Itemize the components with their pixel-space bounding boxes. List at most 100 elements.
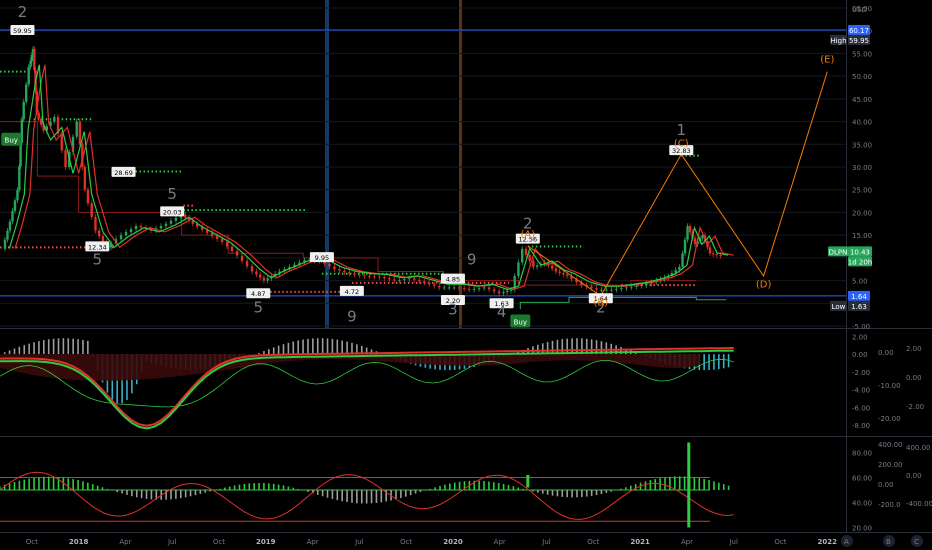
osc1-histogram-bar bbox=[82, 339, 84, 355]
candle-body bbox=[11, 210, 14, 222]
osc1-histogram-bar bbox=[33, 342, 35, 355]
candle-body bbox=[550, 265, 554, 269]
candle-body bbox=[19, 142, 22, 167]
osc2-histogram-bar bbox=[106, 488, 109, 490]
candle-body bbox=[235, 251, 239, 256]
osc2-histogram-bar bbox=[272, 483, 275, 490]
svg-text:A: A bbox=[844, 538, 849, 546]
last-time-badge-text: 1d 20h bbox=[848, 258, 872, 266]
osc2-histogram-bar bbox=[512, 486, 515, 490]
osc2-histogram-bar bbox=[233, 485, 236, 490]
price-tick-label: 5.00 bbox=[852, 278, 868, 286]
candle-body bbox=[467, 288, 471, 290]
osc2-histogram-bar bbox=[497, 483, 500, 490]
high-value-badge-text: 59.95 bbox=[849, 37, 869, 45]
candle-body bbox=[678, 266, 681, 270]
wave-count-label: 4 bbox=[497, 303, 507, 321]
candle-body bbox=[90, 203, 93, 217]
osc2-histogram-bar bbox=[590, 490, 593, 496]
elliott-wave-label: (E) bbox=[820, 55, 834, 66]
candle-body bbox=[78, 121, 82, 145]
candle-body bbox=[164, 223, 168, 227]
time-tick-label: 2021 bbox=[630, 538, 650, 546]
osc2-histogram-bar bbox=[341, 490, 343, 502]
candle-body bbox=[30, 54, 34, 61]
candle-body bbox=[174, 217, 178, 221]
candle-body bbox=[528, 254, 531, 261]
osc2-histogram-bar bbox=[365, 490, 368, 504]
osc2-histogram-bar bbox=[493, 482, 495, 490]
candle-body bbox=[711, 253, 715, 255]
candle-body bbox=[482, 287, 486, 289]
osc2-histogram-bar bbox=[458, 481, 461, 490]
price-label-text: 9.95 bbox=[315, 254, 329, 262]
osc1-histogram-bar bbox=[38, 341, 40, 355]
osc2-histogram-bar bbox=[316, 490, 319, 495]
osc1-histogram-bar bbox=[718, 354, 720, 370]
candle-body bbox=[554, 268, 558, 272]
low-tag-text: Low bbox=[832, 303, 846, 311]
osc2-histogram-bar bbox=[551, 490, 554, 496]
osc2-histogram-bar bbox=[439, 485, 441, 490]
osc2-histogram-bar bbox=[82, 481, 84, 490]
high-tag-text: High bbox=[830, 37, 846, 45]
candle-body bbox=[640, 285, 643, 287]
candle-body bbox=[368, 276, 371, 278]
corner-buttons[interactable]: A B C bbox=[841, 535, 923, 547]
osc2-histogram-bar bbox=[346, 490, 348, 503]
wave-count-label: 5 bbox=[254, 298, 264, 316]
candle-body bbox=[18, 166, 21, 190]
osc2-histogram-bar bbox=[722, 484, 725, 490]
osc1-histogram-bar bbox=[316, 338, 319, 355]
wave-count-label: 2 bbox=[18, 3, 28, 21]
osc2-histogram-bar bbox=[282, 485, 285, 490]
osc1-histogram-bar bbox=[62, 338, 65, 355]
price-label-text: 20.03 bbox=[163, 208, 182, 216]
osc2-histogram-bar bbox=[43, 476, 45, 490]
osc2-histogram-bar bbox=[111, 490, 114, 491]
candle-body bbox=[22, 101, 25, 120]
candle-body bbox=[558, 271, 561, 273]
candle-body bbox=[383, 276, 386, 279]
osc2-histogram-bar bbox=[444, 484, 446, 490]
osc2-histogram-bar bbox=[268, 483, 270, 490]
candle-body bbox=[403, 279, 406, 281]
time-tick-label: Oct bbox=[587, 538, 599, 546]
price-tick-label: 20.00 bbox=[852, 209, 872, 217]
osc2-histogram-bar bbox=[693, 477, 696, 490]
osc2-histogram-bar bbox=[326, 490, 329, 498]
candle-body bbox=[358, 274, 361, 276]
price-tick-label: -5.00 bbox=[852, 323, 870, 331]
osc2-histogram-bar bbox=[517, 487, 520, 490]
candle-body bbox=[245, 260, 249, 267]
osc1-histogram-bar bbox=[282, 344, 285, 355]
candle-body bbox=[438, 285, 441, 288]
osc2-histogram-bar bbox=[541, 490, 544, 494]
osc2-histogram-bar bbox=[170, 490, 172, 500]
candle-body bbox=[625, 287, 628, 289]
low-value-badge-text: 1.63 bbox=[851, 303, 867, 311]
osc1-histogram-bar bbox=[312, 338, 314, 355]
candle-body bbox=[94, 216, 97, 231]
osc2-histogram-bar bbox=[72, 479, 74, 490]
osc2-histogram-bar bbox=[28, 478, 30, 490]
osc2-histogram-bar bbox=[189, 490, 192, 497]
time-tick-label: Jul bbox=[728, 538, 738, 546]
candle-body bbox=[708, 247, 712, 254]
osc2-histogram-bar bbox=[429, 488, 432, 490]
buy-signal-text: Buy bbox=[514, 318, 527, 326]
candle-body bbox=[169, 220, 173, 224]
time-tick-label: 2018 bbox=[69, 538, 89, 546]
candle-body bbox=[423, 281, 426, 283]
osc2-histogram-bar bbox=[96, 485, 99, 490]
candle-body bbox=[688, 226, 692, 233]
candle-body bbox=[472, 288, 476, 290]
osc2-histogram-bar bbox=[209, 490, 211, 492]
osc2-histogram-bar bbox=[243, 483, 246, 490]
osc1-histogram-bar bbox=[277, 345, 280, 355]
time-tick-label: Apr bbox=[307, 538, 319, 546]
candle-body bbox=[492, 289, 496, 292]
candle-body bbox=[328, 263, 331, 267]
osc1-histogram-bar bbox=[272, 347, 275, 355]
osc2-histogram-bar bbox=[145, 490, 148, 499]
